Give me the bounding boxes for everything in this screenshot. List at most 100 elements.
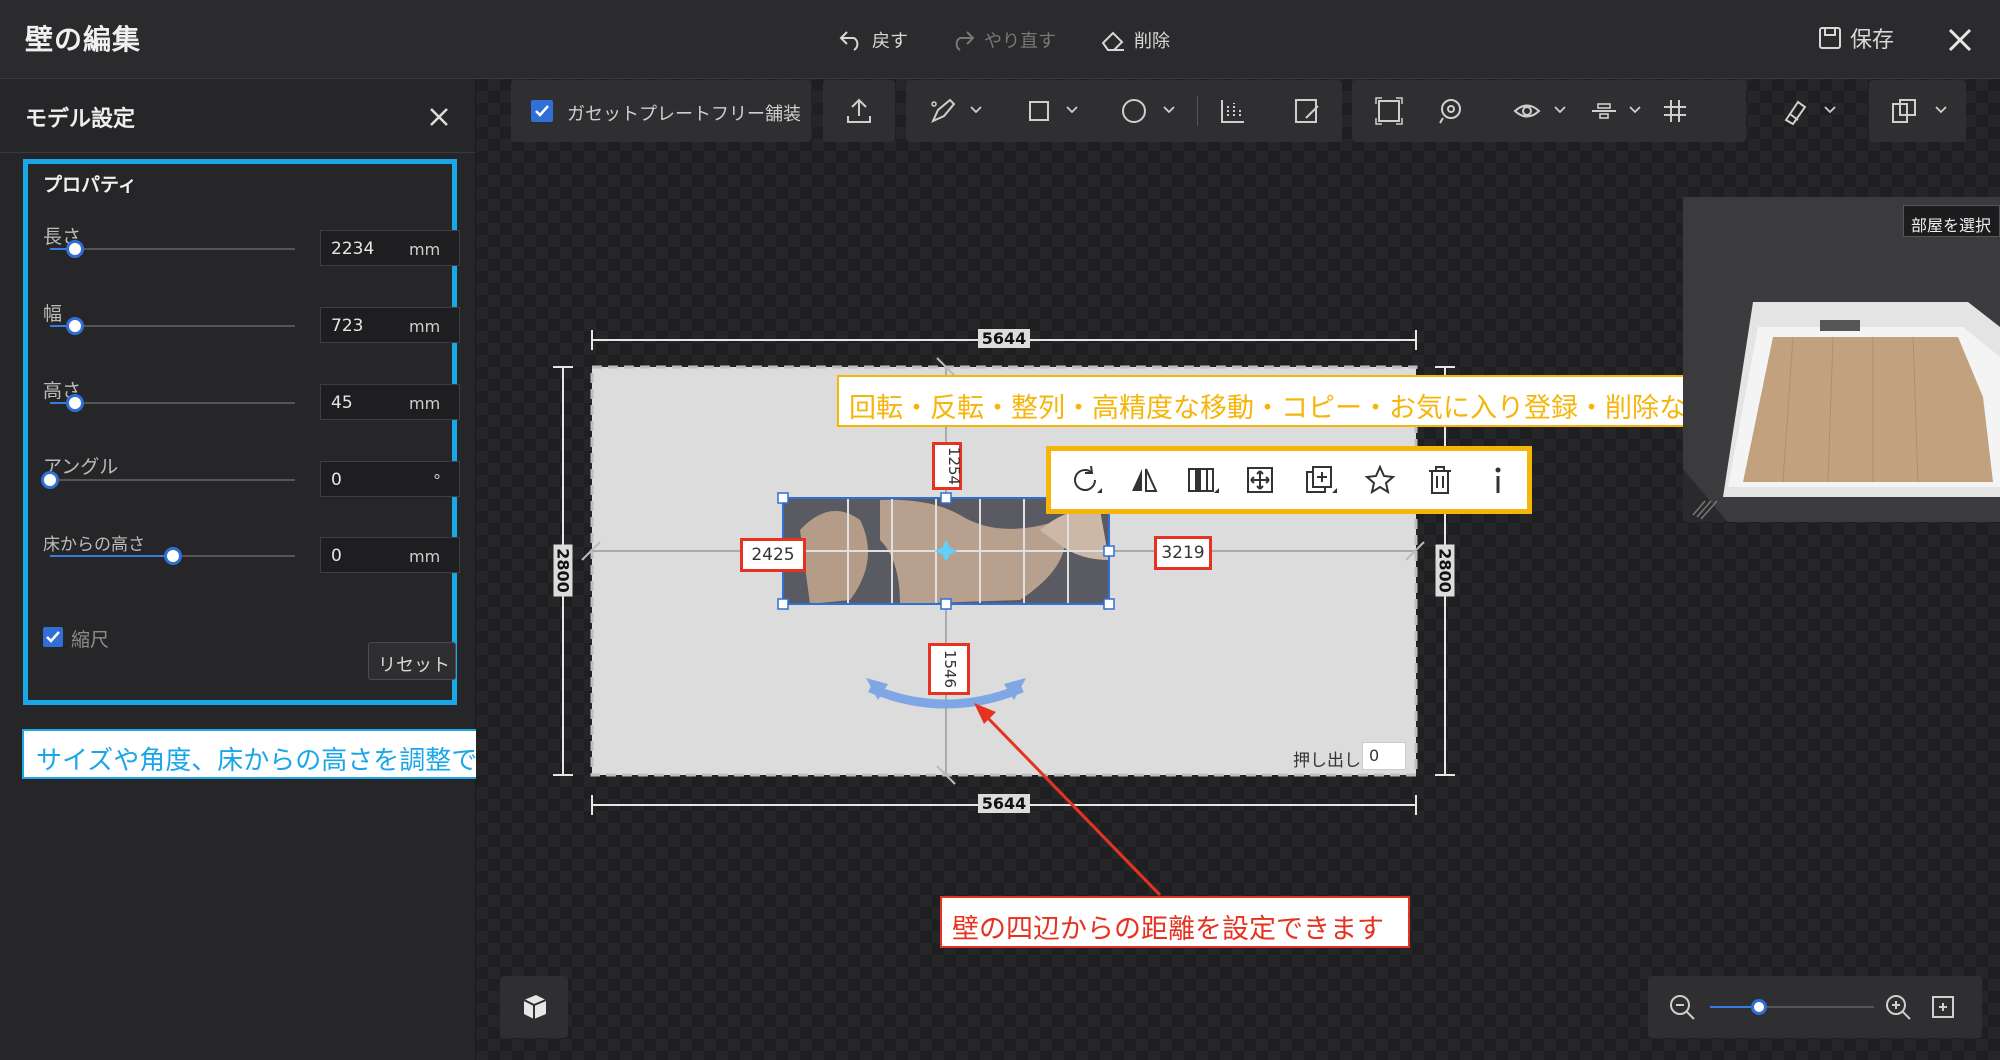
close-icon[interactable]: [1942, 22, 1978, 58]
redo-icon: [955, 31, 975, 51]
width-slider[interactable]: [50, 317, 295, 335]
align-icon[interactable]: [1589, 96, 1619, 126]
duplicate-icon[interactable]: [1303, 463, 1337, 497]
distance-left-value: 2425: [751, 545, 795, 565]
upload-icon[interactable]: [844, 96, 874, 126]
distance-top-field[interactable]: 1254: [932, 442, 963, 490]
height-value: 45: [331, 393, 353, 413]
height-slider[interactable]: [50, 394, 295, 412]
redo-label: やり直す: [984, 31, 1056, 52]
dimension-height-right: 2800: [1435, 544, 1455, 597]
floor-height-label: 床からの高さ: [43, 535, 145, 555]
rectangle-icon[interactable]: [1024, 96, 1054, 126]
angle-unit: °: [433, 471, 441, 490]
length-value: 2234: [331, 239, 375, 259]
zoom-out-icon[interactable]: [1668, 993, 1696, 1021]
trash-icon[interactable]: [1423, 463, 1457, 497]
extrude-input[interactable]: 0: [1362, 742, 1406, 770]
distance-left-field[interactable]: 2425: [740, 538, 806, 572]
angle-input[interactable]: 0 °: [320, 461, 460, 497]
undo-button[interactable]: 戻す: [838, 24, 908, 56]
width-input[interactable]: 723 mm: [320, 307, 460, 343]
lasso-icon[interactable]: [1435, 96, 1465, 126]
chevron-down-icon[interactable]: [1163, 106, 1175, 114]
spacing-tool-icon[interactable]: [1218, 96, 1248, 126]
gusset-checkbox[interactable]: [531, 100, 553, 122]
copy-layers-icon[interactable]: [1889, 96, 1919, 126]
chevron-down-icon[interactable]: [1629, 106, 1641, 114]
reset-label: リセット: [378, 655, 450, 676]
distance-bottom-field[interactable]: 1546: [928, 643, 970, 695]
width-unit: mm: [409, 317, 441, 336]
zoom-handle[interactable]: [1751, 999, 1768, 1015]
room-3d-preview[interactable]: [1683, 197, 2000, 522]
app-title: 壁の編集: [25, 23, 142, 56]
angle-value: 0: [331, 470, 342, 490]
zoom-slider[interactable]: [1710, 999, 1874, 1015]
model-settings-panel: モデル設定 プロパティ 長さ 2234 mm 幅 723 mm 高さ 45 mm アン…: [0, 79, 476, 1060]
circle-icon[interactable]: [1119, 96, 1149, 126]
chevron-down-icon[interactable]: [1066, 106, 1078, 114]
width-value: 723: [331, 316, 364, 336]
angle-slider[interactable]: [41, 471, 295, 489]
view-3d-button[interactable]: [500, 976, 568, 1038]
cube-icon: [523, 995, 547, 1019]
length-slider[interactable]: [50, 240, 295, 258]
floor-height-slider[interactable]: [50, 547, 295, 565]
extrude-label: 押し出し: [1293, 751, 1361, 771]
delete-label: 削除: [1134, 31, 1170, 52]
redo-button[interactable]: やり直す: [950, 24, 1056, 56]
gusset-label: ガセットプレートフリー舗装: [567, 104, 801, 125]
zoom-in-icon[interactable]: [1884, 993, 1912, 1021]
panel-header: モデル設定: [0, 79, 475, 153]
room-3d-render: [1683, 197, 2000, 522]
select-frame-icon[interactable]: [1374, 96, 1404, 126]
fit-screen-icon[interactable]: [1930, 994, 1956, 1020]
copy-tools-group: [1869, 80, 1966, 142]
length-input[interactable]: 2234 mm: [320, 230, 460, 266]
slider-handle[interactable]: [65, 394, 84, 412]
flip-icon[interactable]: [1127, 463, 1161, 497]
star-icon[interactable]: [1363, 463, 1397, 497]
title-bar: 壁の編集 戻す やり直す 削除 保存: [0, 0, 2000, 79]
chevron-down-icon[interactable]: [1824, 106, 1836, 114]
floor-height-unit: mm: [409, 547, 441, 566]
precise-move-icon[interactable]: [1243, 463, 1277, 497]
slider-handle[interactable]: [163, 547, 182, 565]
slider-handle[interactable]: [65, 317, 84, 335]
align-columns-icon[interactable]: [1185, 463, 1219, 497]
rotate-icon[interactable]: [1069, 463, 1103, 497]
height-input[interactable]: 45 mm: [320, 384, 460, 420]
floor-height-value: 0: [331, 546, 342, 566]
scale-label: 縮尺: [71, 629, 110, 651]
chevron-down-icon[interactable]: [1935, 106, 1947, 114]
delete-button[interactable]: 削除: [1100, 24, 1170, 56]
distance-right-value: 3219: [1161, 543, 1205, 563]
grid-icon[interactable]: [1660, 96, 1690, 126]
pen-tool-icon[interactable]: [928, 96, 958, 126]
undo-label: 戻す: [872, 31, 908, 52]
slider-handle[interactable]: [65, 240, 84, 258]
callout-red-text: 壁の四辺からの距離を設定できます: [952, 914, 1384, 945]
paint-brush-icon[interactable]: [1780, 96, 1810, 126]
slider-handle[interactable]: [41, 471, 59, 489]
save-button[interactable]: 保存: [1818, 22, 1894, 54]
extrude-control: 押し出し 0: [1288, 740, 1408, 772]
close-icon[interactable]: [425, 103, 453, 131]
gusset-toggle[interactable]: ガセットプレートフリー舗装: [511, 80, 811, 142]
undo-icon: [839, 31, 859, 51]
scale-checkbox[interactable]: [43, 627, 63, 647]
room-select-button[interactable]: 部屋を選択: [1903, 205, 2000, 237]
export-group: [823, 80, 895, 142]
eye-icon[interactable]: [1512, 96, 1542, 126]
reset-button[interactable]: リセット: [368, 642, 456, 680]
chevron-down-icon[interactable]: [970, 106, 982, 114]
height-unit: mm: [409, 394, 441, 413]
room-select-label: 部屋を選択: [1911, 216, 1992, 235]
chevron-down-icon[interactable]: [1554, 106, 1566, 114]
edit-shape-icon[interactable]: [1292, 96, 1322, 126]
divider: [1197, 96, 1198, 126]
floor-height-input[interactable]: 0 mm: [320, 537, 460, 573]
distance-right-field[interactable]: 3219: [1154, 536, 1212, 570]
info-icon[interactable]: [1481, 463, 1515, 497]
